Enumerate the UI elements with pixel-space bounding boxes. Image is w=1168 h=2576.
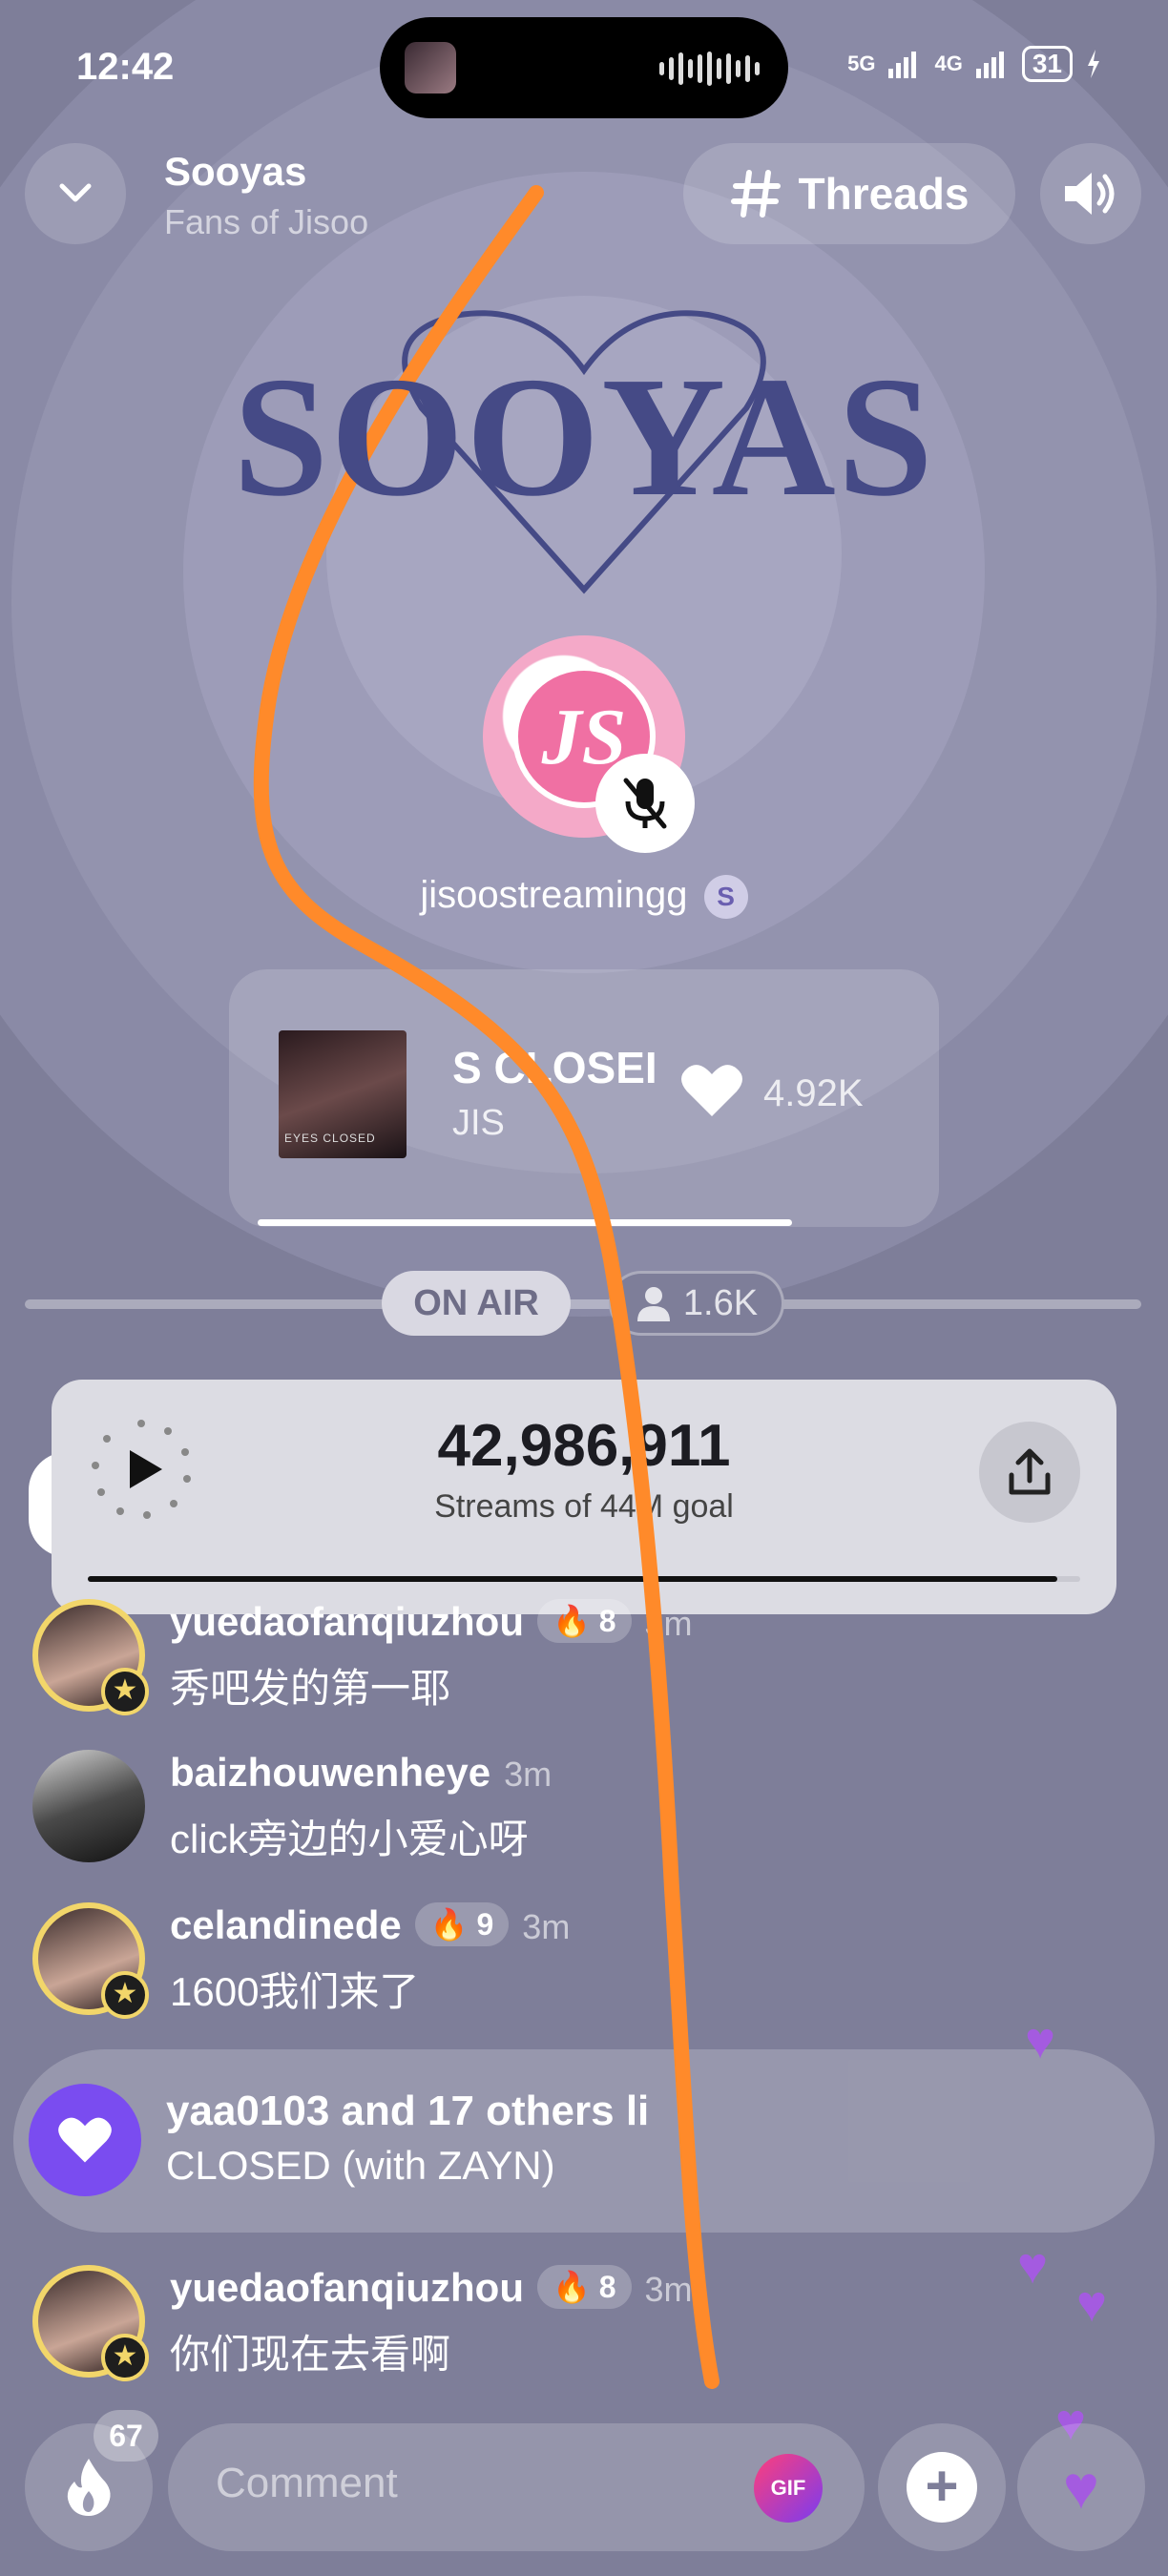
on-air-badge: ON AIR	[382, 1271, 571, 1336]
like-event-title: yaa0103 and 17 others li	[166, 2088, 650, 2134]
track-artist: JIS	[452, 1103, 505, 1143]
fire-count: 8	[598, 1604, 616, 1638]
signal-icon	[888, 52, 917, 78]
chat-username: baizhouwenheye	[170, 1750, 491, 1795]
charging-bolt-icon	[1088, 50, 1099, 78]
listener-count-button[interactable]: 1.6K	[609, 1271, 784, 1336]
purple-heart-icon: ♥	[1076, 2275, 1108, 2333]
like-track-button[interactable]	[679, 1061, 744, 1125]
status-time: 12:42	[76, 46, 175, 88]
muted-badge	[595, 754, 695, 853]
chat-username: yuedaofanqiuzhou	[170, 2265, 524, 2310]
chevron-down-icon	[59, 183, 92, 202]
share-button[interactable]	[979, 1422, 1080, 1523]
plus-icon: +	[907, 2452, 977, 2523]
chat-message[interactable]: ★ yuedaofanqiuzhou 🔥 8 3m 你们现在去看啊	[32, 2265, 1130, 2389]
speaker-icon	[1065, 173, 1115, 215]
chat-username-row: yuedaofanqiuzhou 🔥 8 3m	[170, 2265, 693, 2311]
hash-icon	[730, 170, 781, 218]
chat-message[interactable]: baizhouwenheye 3m click旁边的小爱心呀	[32, 1750, 1130, 1874]
comment-input[interactable]	[216, 2460, 693, 2507]
threads-button[interactable]: Threads	[683, 143, 1015, 244]
status-icons: 5G 4G 31	[847, 46, 1101, 82]
chat-text: click旁边的小爱心呀	[170, 1817, 529, 1861]
host-name: jisoostreamingg	[420, 874, 688, 916]
network-5g-label: 5G	[847, 52, 876, 75]
logo-text: SOOYAS	[233, 342, 935, 531]
room-logo: SOOYAS	[0, 277, 1168, 594]
track-title: S CLOSEI	[452, 1043, 657, 1092]
star-badge-icon: ★	[101, 2334, 149, 2381]
fire-count-badge: 67	[94, 2410, 158, 2462]
fire-badge: 🔥 8	[537, 2265, 632, 2309]
gif-button[interactable]: GIF	[754, 2454, 823, 2523]
user-avatar[interactable]	[32, 1750, 145, 1862]
signal-icon	[975, 52, 1004, 78]
chat-time: 3m	[644, 2270, 693, 2309]
chat-time: 3m	[644, 1604, 693, 1643]
fire-count: 8	[598, 2270, 616, 2304]
chat-username-row: yuedaofanqiuzhou 🔥 8 3m	[170, 1599, 693, 1645]
like-event-icon	[29, 2084, 141, 2196]
chat-text: 1600我们来了	[170, 1969, 420, 2014]
stream-goal-progress	[88, 1576, 1058, 1582]
chat-username-row: baizhouwenheye 3m	[170, 1750, 552, 1796]
host-name-row[interactable]: jisoostreamingg S	[0, 874, 1168, 920]
add-button[interactable]: +	[878, 2423, 1006, 2551]
purple-heart-icon: ♥	[1025, 2012, 1056, 2069]
heart-icon	[681, 1065, 742, 1116]
album-cover: EYES CLOSED	[279, 1030, 407, 1158]
network-4g-label: 4G	[934, 52, 963, 75]
listener-count: 1.6K	[682, 1282, 759, 1323]
volume-button[interactable]	[1040, 143, 1141, 244]
chat-username: celandinede	[170, 1902, 402, 1947]
chat-message[interactable]: ★ yuedaofanqiuzhou 🔥 8 3m 秀吧发的第一耶	[32, 1599, 1130, 1723]
star-badge-icon: ★	[101, 1971, 149, 2019]
host-verified-badge: S	[703, 875, 748, 920]
now-playing-thumbnail	[405, 42, 456, 93]
chat-time: 3m	[504, 1755, 553, 1794]
chat-message[interactable]: ★ celandinede 🔥 9 3m 1600我们来了	[32, 1902, 1130, 2026]
track-progress-bar	[258, 1219, 792, 1226]
track-like-count: 4.92K	[763, 1072, 864, 1114]
divider	[25, 1299, 1141, 1309]
chat-username-row: celandinede 🔥 9 3m	[170, 1902, 570, 1948]
purple-heart-icon: ♥	[1063, 2453, 1099, 2522]
room-title: Sooyas	[164, 149, 307, 194]
fire-badge: 🔥 8	[537, 1599, 632, 1643]
chat-username: yuedaofanqiuzhou	[170, 1599, 524, 1644]
battery-indicator: 31	[1021, 46, 1073, 82]
send-heart-button[interactable]: ♥	[1017, 2423, 1145, 2551]
chat-text: 秀吧发的第一耶	[170, 1666, 451, 1711]
heart-icon	[58, 2117, 112, 2163]
album-cover-text: EYES CLOSED	[284, 1132, 376, 1145]
threads-label: Threads	[798, 169, 970, 218]
purple-heart-icon: ♥	[1017, 2237, 1049, 2295]
like-event-track: CLOSED (with ZAYN)	[166, 2143, 555, 2188]
person-icon	[636, 1287, 670, 1321]
star-badge-icon: ★	[101, 1668, 149, 1715]
mic-off-icon	[623, 778, 667, 829]
fire-icon	[67, 2459, 111, 2516]
share-icon	[1009, 1448, 1051, 1495]
minimize-button[interactable]	[25, 143, 126, 244]
dynamic-island[interactable]	[380, 17, 788, 118]
like-event-banner[interactable]	[13, 2049, 1155, 2233]
fire-badge: 🔥 9	[414, 1902, 510, 1946]
comment-box[interactable]: GIF	[168, 2423, 865, 2551]
fire-count: 9	[476, 1907, 494, 1942]
chat-text: 你们现在去看啊	[170, 2332, 451, 2377]
audio-wave-icon	[659, 52, 760, 86]
room-subtitle: Fans of Jisoo	[164, 202, 369, 241]
chat-time: 3m	[522, 1907, 571, 1946]
